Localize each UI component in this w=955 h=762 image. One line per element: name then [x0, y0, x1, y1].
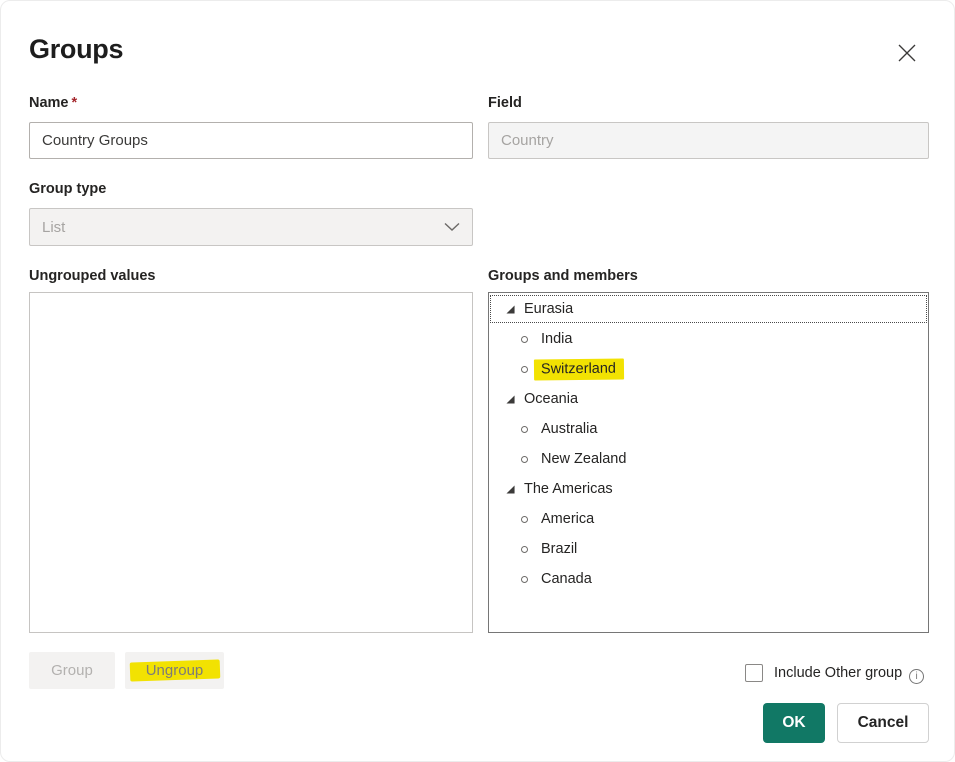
- groups-members-tree[interactable]: Eurasia India Switzerland Oceania Australia N…: [488, 292, 929, 633]
- group-button[interactable]: Group: [29, 652, 115, 689]
- close-icon[interactable]: [896, 42, 918, 64]
- include-other-group-label: Include Other group: [774, 665, 902, 681]
- include-other-group-row: Include Other group i: [745, 662, 924, 684]
- info-icon[interactable]: i: [909, 669, 924, 684]
- member-label: New Zealand: [541, 451, 626, 467]
- member-label: Brazil: [541, 541, 577, 557]
- name-input[interactable]: [29, 122, 473, 159]
- tree-member-canada[interactable]: Canada: [489, 564, 928, 594]
- tree-group-the-americas[interactable]: The Americas: [489, 474, 928, 504]
- circle-bullet-icon: [521, 456, 528, 463]
- groups-members-label: Groups and members: [488, 268, 638, 284]
- circle-bullet-icon: [521, 336, 528, 343]
- group-type-label: Group type: [29, 181, 106, 197]
- group-label: Eurasia: [524, 301, 573, 317]
- group-label: The Americas: [524, 481, 613, 497]
- cancel-button[interactable]: Cancel: [837, 703, 929, 743]
- tree-group-eurasia[interactable]: Eurasia: [489, 294, 928, 324]
- triangle-expanded-icon: [506, 305, 515, 314]
- group-label: Oceania: [524, 391, 578, 407]
- field-input: [488, 122, 929, 159]
- ungrouped-values-label: Ungrouped values: [29, 268, 156, 284]
- ungrouped-values-list[interactable]: [29, 292, 473, 633]
- tree-member-switzerland[interactable]: Switzerland: [489, 354, 928, 384]
- tree-member-india[interactable]: India: [489, 324, 928, 354]
- circle-bullet-icon: [521, 516, 528, 523]
- tree-member-america[interactable]: America: [489, 504, 928, 534]
- circle-bullet-icon: [521, 426, 528, 433]
- field-label: Field: [488, 95, 522, 111]
- triangle-expanded-icon: [506, 395, 515, 404]
- tree-member-brazil[interactable]: Brazil: [489, 534, 928, 564]
- ok-button[interactable]: OK: [763, 703, 825, 743]
- tree-member-australia[interactable]: Australia: [489, 414, 928, 444]
- group-type-select: List: [29, 208, 473, 246]
- member-label: India: [541, 331, 572, 347]
- circle-bullet-icon: [521, 366, 528, 373]
- tree-group-oceania[interactable]: Oceania: [489, 384, 928, 414]
- member-label: America: [541, 511, 594, 527]
- required-asterisk: *: [72, 95, 78, 111]
- dialog-title: Groups: [29, 34, 123, 65]
- groups-dialog: Groups Name* Field Group type List Ungro…: [0, 0, 955, 762]
- triangle-expanded-icon: [506, 485, 515, 494]
- group-type-value: List: [42, 219, 65, 236]
- chevron-down-icon: [444, 219, 460, 236]
- name-label: Name*: [29, 95, 77, 111]
- ungroup-button[interactable]: Ungroup: [125, 652, 224, 689]
- circle-bullet-icon: [521, 576, 528, 583]
- member-label: Switzerland: [534, 358, 624, 380]
- member-label: Canada: [541, 571, 592, 587]
- include-other-group-checkbox[interactable]: [745, 664, 763, 682]
- member-label: Australia: [541, 421, 597, 437]
- tree-member-new-zealand[interactable]: New Zealand: [489, 444, 928, 474]
- circle-bullet-icon: [521, 546, 528, 553]
